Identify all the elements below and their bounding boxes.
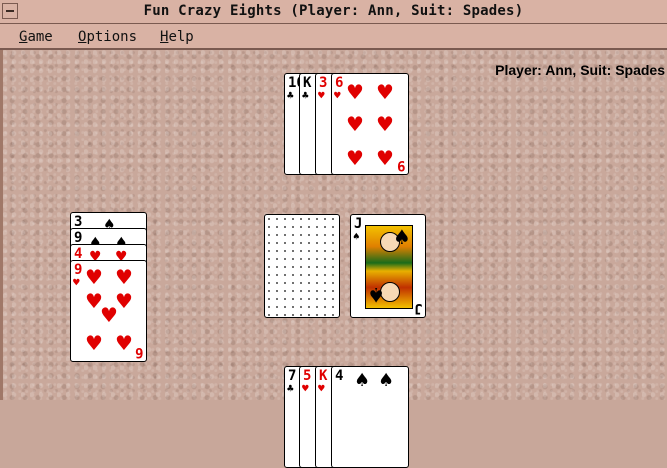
- spade-icon: ♠: [354, 370, 371, 391]
- card-rank: J: [413, 300, 422, 316]
- club-icon: ♣: [287, 382, 294, 395]
- heart-icon: ♥: [346, 146, 364, 170]
- menu-bar: Game Options Help: [0, 24, 667, 50]
- card-rank: 4: [335, 368, 344, 384]
- heart-icon: ♥: [376, 80, 394, 104]
- heart-icon: ♥: [376, 112, 394, 136]
- player-card-4[interactable]: 4 ♠ ♠: [331, 366, 409, 468]
- card-rank: 6: [134, 344, 143, 360]
- spade-icon: ♠: [393, 225, 411, 249]
- spade-icon: ♠: [378, 370, 395, 391]
- heart-icon: ♥: [100, 303, 118, 327]
- club-icon: ♣: [302, 89, 309, 102]
- card-rank: 3: [319, 75, 328, 91]
- window-title: Fun Crazy Eights (Player: Ann, Suit: Spa…: [143, 3, 524, 19]
- heart-icon: ♥: [376, 146, 394, 170]
- card-rank: 9: [396, 157, 405, 173]
- discard-pile-card[interactable]: J ♠ ♠ ♠ J: [350, 214, 426, 318]
- heart-icon: ♥: [73, 276, 80, 289]
- card-rank: K: [319, 368, 328, 384]
- card-rank: 3: [74, 214, 83, 230]
- status-text: Player: Ann, Suit: Spades: [495, 62, 665, 78]
- menu-options[interactable]: Options: [78, 29, 137, 45]
- heart-icon: ♥: [302, 382, 309, 395]
- top-card-4: 6 ♥ ♥ ♥ ♥ ♥ ♥ ♥ 9: [331, 73, 409, 175]
- heart-icon: ♥: [346, 80, 364, 104]
- draw-pile[interactable]: [264, 214, 340, 318]
- heart-icon: ♥: [85, 331, 103, 355]
- spade-icon: ♠: [367, 283, 385, 307]
- heart-icon: ♥: [115, 265, 133, 289]
- heart-icon: ♥: [85, 265, 103, 289]
- left-card-4: 9 ♥ ♥ ♥ ♥ ♥ ♥ ♥ ♥ 6: [70, 260, 147, 362]
- menu-help[interactable]: Help: [160, 29, 194, 45]
- heart-icon: ♥: [318, 382, 325, 395]
- card-rank: 9: [74, 230, 83, 246]
- spade-icon: ♠: [353, 230, 360, 243]
- title-bar: Fun Crazy Eights (Player: Ann, Suit: Spa…: [0, 0, 667, 24]
- heart-icon: ♥: [115, 331, 133, 355]
- card-rank: K: [303, 75, 312, 91]
- card-rank: J: [354, 216, 363, 232]
- heart-icon: ♥: [318, 89, 325, 102]
- card-rank: 5: [303, 368, 312, 384]
- card-rank: 4: [74, 246, 83, 262]
- card-rank: 6: [335, 75, 344, 91]
- heart-icon: ♥: [334, 89, 341, 102]
- heart-icon: ♥: [346, 112, 364, 136]
- card-rank: 9: [74, 262, 83, 278]
- menu-game[interactable]: Game: [19, 29, 53, 45]
- card-rank: 7: [288, 368, 297, 384]
- club-icon: ♣: [287, 89, 294, 102]
